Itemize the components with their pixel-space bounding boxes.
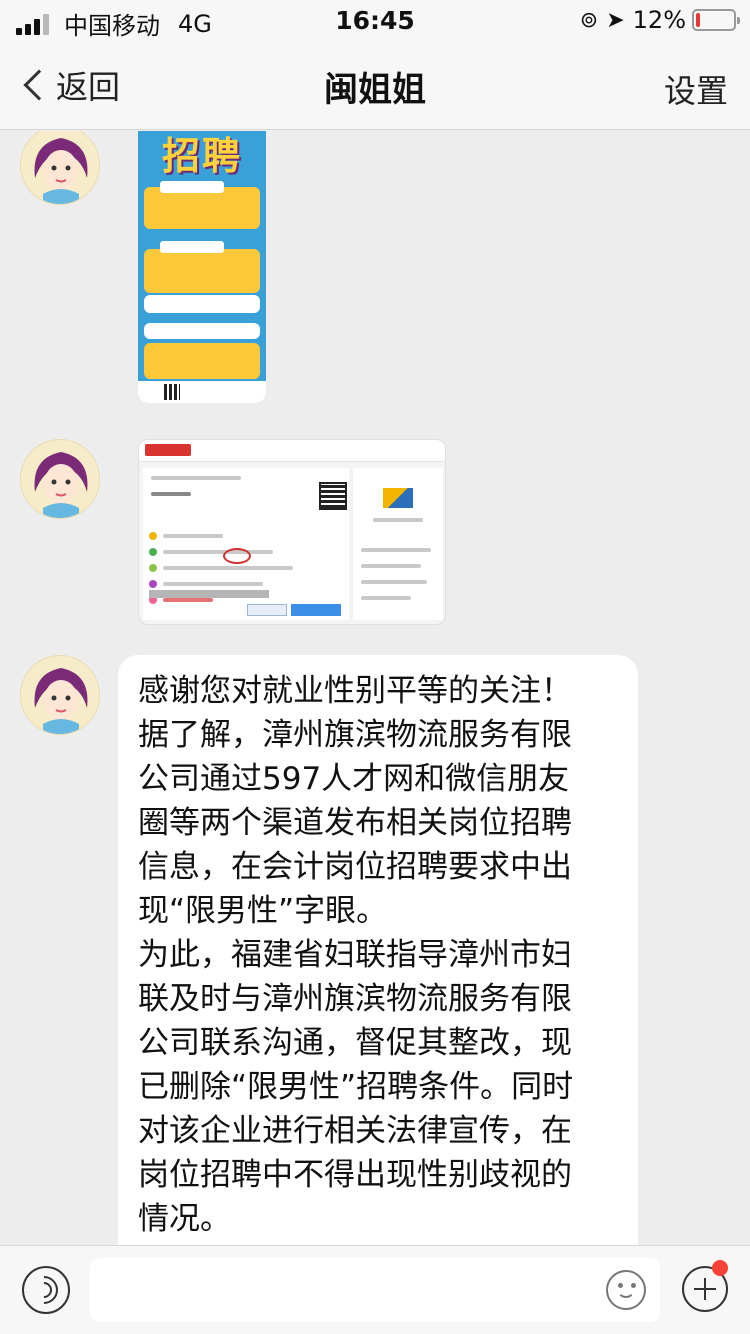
ss-dot: [149, 580, 157, 588]
ss-line: [163, 550, 273, 554]
notification-badge: [712, 1260, 728, 1276]
qr-code-icon: [164, 384, 180, 400]
poster-section: [144, 295, 260, 313]
ss-line: [151, 476, 241, 480]
company-logo: [383, 488, 413, 508]
message-image-poster: 招聘: [20, 131, 280, 415]
rotation-lock-icon: ⊚: [579, 7, 599, 33]
recruitment-poster-image[interactable]: 招聘: [138, 131, 266, 403]
message-line: 公司联系沟通，督促其整改，现: [138, 1025, 572, 1061]
location-arrow-icon: ➤: [606, 7, 625, 33]
status-right: ⊚ ➤ 12%: [579, 6, 740, 34]
message-line: 情况。: [138, 1201, 231, 1237]
battery-percent: 12%: [632, 6, 686, 34]
nav-bar: 返回 闽姐姐 设置: [0, 40, 750, 130]
ss-line: [361, 580, 427, 584]
battery-icon: [692, 9, 740, 31]
avatar[interactable]: [20, 131, 100, 205]
message-line: 圈等两个渠道发布相关岗位招聘: [138, 805, 572, 841]
ss-dot: [149, 548, 157, 556]
message-line: 公司通过597人才网和微信朋友: [138, 761, 570, 797]
poster-section: [144, 343, 260, 379]
message-line: 据了解，漳州旗滨物流服务有限: [138, 717, 572, 753]
message-bubble[interactable]: 感谢您对就业性别平等的关注！ 据了解，漳州旗滨物流服务有限 公司通过597人才网…: [118, 655, 638, 1245]
ss-line: [361, 596, 411, 600]
ss-button: [291, 604, 341, 616]
screenshot-main: [143, 468, 349, 620]
message-line: 感谢您对就业性别平等的关注！: [138, 673, 572, 709]
highlight-circle: [223, 548, 251, 564]
message-line: 已删除“限男性”招聘条件。同时: [138, 1069, 574, 1105]
ss-line: [361, 548, 431, 552]
poster-section: [144, 249, 260, 293]
qr-code-icon: [319, 482, 347, 510]
message-input[interactable]: [90, 1258, 660, 1322]
screenshot-header: [139, 440, 445, 462]
avatar[interactable]: [20, 655, 100, 735]
message-line: 联及时与漳州旗滨物流服务有限: [138, 981, 572, 1017]
site-logo: [145, 444, 191, 456]
settings-button[interactable]: 设置: [664, 66, 728, 112]
chat-area[interactable]: 招聘 感谢您对就业性别平等的关注！ 据了解，漳州旗滨物流服务有限 公司通过597…: [0, 131, 750, 1245]
poster-pill: [160, 241, 224, 253]
ss-line: [163, 582, 263, 586]
ss-dot: [149, 532, 157, 540]
message-line: 为此，福建省妇联指导漳州市妇: [138, 937, 572, 973]
ss-bar: [149, 590, 269, 598]
emoji-icon[interactable]: [606, 1270, 646, 1310]
voice-icon[interactable]: [22, 1266, 70, 1314]
message-line: 现“限男性”字眼。: [138, 893, 388, 929]
ss-line: [163, 534, 223, 538]
ss-line: [373, 518, 423, 522]
ss-line: [361, 564, 421, 568]
ss-line: [151, 492, 191, 496]
avatar[interactable]: [20, 439, 100, 519]
message-line: 信息，在会计岗位招聘要求中出: [138, 849, 572, 885]
ss-button: [247, 604, 287, 616]
chat-title: 闽姐姐: [324, 70, 426, 110]
poster-pill: [160, 181, 224, 193]
poster-section: [144, 323, 260, 339]
status-bar: 中国移动 4G 16:45 ⊚ ➤ 12%: [0, 0, 750, 40]
poster-section: [144, 187, 260, 229]
battery-fill: [696, 13, 700, 27]
message-line: 岗位招聘中不得出现性别歧视的: [138, 1157, 572, 1193]
screenshot-side: [353, 468, 443, 620]
poster-title: 招聘: [161, 134, 242, 178]
input-bar: [0, 1245, 750, 1334]
job-listing-screenshot-image[interactable]: [138, 439, 446, 625]
ss-line: [163, 566, 293, 570]
ss-dot: [149, 564, 157, 572]
poster-footer: [138, 381, 266, 403]
ss-line: [163, 598, 213, 602]
message-image-screenshot: [20, 439, 446, 629]
message-line: 对该企业进行相关法律宣传，在: [138, 1113, 572, 1149]
message-text: 感谢您对就业性别平等的关注！ 据了解，漳州旗滨物流服务有限 公司通过597人才网…: [20, 655, 660, 1245]
